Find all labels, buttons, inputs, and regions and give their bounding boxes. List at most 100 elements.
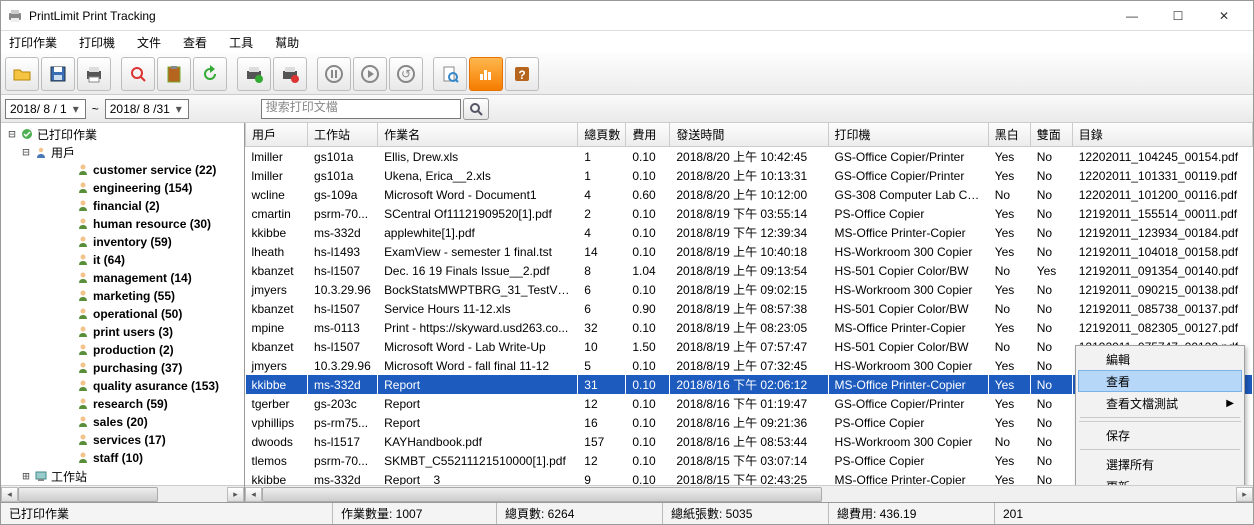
play-button[interactable] xyxy=(353,57,387,91)
print-allow-button[interactable] xyxy=(237,57,271,91)
table-row[interactable]: wclinegs-109aMicrosoft Word - Document14… xyxy=(246,185,1253,204)
col-9[interactable]: 目錄 xyxy=(1072,123,1252,147)
pause-button[interactable] xyxy=(317,57,351,91)
context-menu[interactable]: 編輯查看查看文檔測試▶保存選擇所有更新重設表格列寬 xyxy=(1075,345,1245,485)
table-row[interactable]: kbanzeths-l1507Service Hours 11-12.xls60… xyxy=(246,299,1253,318)
col-6[interactable]: 打印機 xyxy=(828,123,988,147)
context-menu-item-4[interactable]: 選擇所有 xyxy=(1078,453,1242,475)
inspect-button[interactable] xyxy=(121,57,155,91)
table-area: 用戶工作站作業名總頁數費用發送時間打印機黑白雙面目錄lmillergs101aE… xyxy=(245,123,1253,502)
scroll-right-arrow[interactable]: ▸ xyxy=(1236,487,1253,502)
table-row[interactable]: lmillergs101aEllis, Drew.xls10.102018/8/… xyxy=(246,147,1253,167)
menu-tools[interactable]: 工具 xyxy=(225,32,257,53)
scroll-thumb[interactable] xyxy=(262,487,822,502)
status-job-count: 作業數量: 1007 xyxy=(333,503,497,524)
print-deny-button[interactable] xyxy=(273,57,307,91)
menu-print-jobs[interactable]: 打印作業 xyxy=(5,32,61,53)
window-title: PrintLimit Print Tracking xyxy=(29,9,1109,23)
scroll-left-arrow[interactable]: ◂ xyxy=(245,487,262,502)
tree-user-15[interactable]: services (17) xyxy=(5,431,244,449)
col-8[interactable]: 雙面 xyxy=(1030,123,1072,147)
menu-printers[interactable]: 打印機 xyxy=(75,32,119,53)
tree-user-0[interactable]: customer service (22) xyxy=(5,161,244,179)
menubar: 打印作業 打印機 文件 查看 工具 幫助 xyxy=(1,31,1253,53)
menu-file[interactable]: 文件 xyxy=(133,32,165,53)
tree-user-7[interactable]: marketing (55) xyxy=(5,287,244,305)
tree-user-5[interactable]: it (64) xyxy=(5,251,244,269)
col-5[interactable]: 發送時間 xyxy=(670,123,828,147)
app-icon xyxy=(7,8,23,24)
status-total-pages: 總頁數: 6264 xyxy=(497,503,663,524)
tree-user-3[interactable]: human resource (30) xyxy=(5,215,244,233)
context-menu-item-5[interactable]: 更新 xyxy=(1078,475,1242,485)
tree-workstations[interactable]: ⊞工作站 xyxy=(5,467,244,485)
date-to[interactable]: 2018/ 8 /31▾ xyxy=(105,99,189,119)
refresh-button[interactable] xyxy=(193,57,227,91)
context-menu-item-0[interactable]: 編輯 xyxy=(1078,348,1242,370)
date-from[interactable]: 2018/ 8 / 1▾ xyxy=(5,99,86,119)
tree-users[interactable]: ⊟用戶 xyxy=(5,143,244,161)
table-horizontal-scrollbar[interactable]: ◂ ▸ xyxy=(245,485,1253,502)
tree-user-16[interactable]: staff (10) xyxy=(5,449,244,467)
titlebar: PrintLimit Print Tracking — ☐ ✕ xyxy=(1,1,1253,31)
minimize-button[interactable]: — xyxy=(1109,2,1155,30)
col-1[interactable]: 工作站 xyxy=(308,123,378,147)
tree-user-14[interactable]: sales (20) xyxy=(5,413,244,431)
tree-user-2[interactable]: financial (2) xyxy=(5,197,244,215)
menu-view[interactable]: 查看 xyxy=(179,32,211,53)
scroll-thumb[interactable] xyxy=(18,487,158,502)
col-2[interactable]: 作業名 xyxy=(378,123,578,147)
table-row[interactable]: lheathhs-l1493ExamView - semester 1 fina… xyxy=(246,242,1253,261)
menu-help[interactable]: 幫助 xyxy=(271,32,303,53)
status-total-cost: 總費用: 436.19 xyxy=(829,503,995,524)
toolbar: ↺ ? xyxy=(1,53,1253,95)
table-row[interactable]: kbanzeths-l1507Dec. 16 19 Finals Issue__… xyxy=(246,261,1253,280)
table-row[interactable]: jmyers10.3.29.96BockStatsMWPTBRG_31_Test… xyxy=(246,280,1253,299)
col-4[interactable]: 費用 xyxy=(626,123,670,147)
tree[interactable]: ⊟已打印作業⊟用戶customer service (22)engineerin… xyxy=(1,123,244,485)
clipboard-button[interactable] xyxy=(157,57,191,91)
col-7[interactable]: 黑白 xyxy=(988,123,1030,147)
sidebar: ⊟已打印作業⊟用戶customer service (22)engineerin… xyxy=(1,123,245,502)
sidebar-horizontal-scrollbar[interactable]: ◂ ▸ xyxy=(1,485,244,502)
preview-button[interactable] xyxy=(433,57,467,91)
tree-user-4[interactable]: inventory (59) xyxy=(5,233,244,251)
tree-user-6[interactable]: management (14) xyxy=(5,269,244,287)
tree-user-8[interactable]: operational (50) xyxy=(5,305,244,323)
table-row[interactable]: cmartinpsrm-70...SCentral Of11121909520[… xyxy=(246,204,1253,223)
tree-user-9[interactable]: print users (3) xyxy=(5,323,244,341)
stop-button[interactable]: ↺ xyxy=(389,57,423,91)
context-menu-item-1[interactable]: 查看 xyxy=(1078,370,1242,392)
status-total-sheets: 總紙張數: 5035 xyxy=(663,503,829,524)
save-button[interactable] xyxy=(41,57,75,91)
svg-text:?: ? xyxy=(518,68,525,82)
table-row[interactable]: kkibbems-332dapplewhite[1].pdf40.102018/… xyxy=(246,223,1253,242)
col-3[interactable]: 總頁數 xyxy=(578,123,626,147)
col-0[interactable]: 用戶 xyxy=(246,123,308,147)
status-mode: 已打印作業 xyxy=(1,503,333,524)
statusbar: 已打印作業 作業數量: 1007 總頁數: 6264 總紙張數: 5035 總費… xyxy=(1,502,1253,524)
filterbar: 2018/ 8 / 1▾ ~ 2018/ 8 /31▾ xyxy=(1,95,1253,123)
search-input[interactable] xyxy=(261,99,461,119)
scroll-right-arrow[interactable]: ▸ xyxy=(227,487,244,502)
maximize-button[interactable]: ☐ xyxy=(1155,2,1201,30)
table-row[interactable]: mpinems-0113Print - https://skyward.usd2… xyxy=(246,318,1253,337)
table-row[interactable]: lmillergs101aUkena, Erica__2.xls10.10201… xyxy=(246,166,1253,185)
help-button[interactable]: ? xyxy=(505,57,539,91)
date-range-separator: ~ xyxy=(88,102,103,116)
tree-user-11[interactable]: purchasing (37) xyxy=(5,359,244,377)
open-button[interactable] xyxy=(5,57,39,91)
context-menu-item-2[interactable]: 查看文檔測試▶ xyxy=(1078,392,1242,414)
scroll-left-arrow[interactable]: ◂ xyxy=(1,487,18,502)
tree-user-10[interactable]: production (2) xyxy=(5,341,244,359)
tree-user-13[interactable]: research (59) xyxy=(5,395,244,413)
chart-button[interactable] xyxy=(469,57,503,91)
print-button[interactable] xyxy=(77,57,111,91)
tree-user-1[interactable]: engineering (154) xyxy=(5,179,244,197)
context-menu-item-3[interactable]: 保存 xyxy=(1078,424,1242,446)
tree-user-12[interactable]: quality asurance (153) xyxy=(5,377,244,395)
close-button[interactable]: ✕ xyxy=(1201,2,1247,30)
tree-root[interactable]: ⊟已打印作業 xyxy=(5,125,244,143)
search-button[interactable] xyxy=(463,98,489,120)
main: ⊟已打印作業⊟用戶customer service (22)engineerin… xyxy=(1,123,1253,502)
